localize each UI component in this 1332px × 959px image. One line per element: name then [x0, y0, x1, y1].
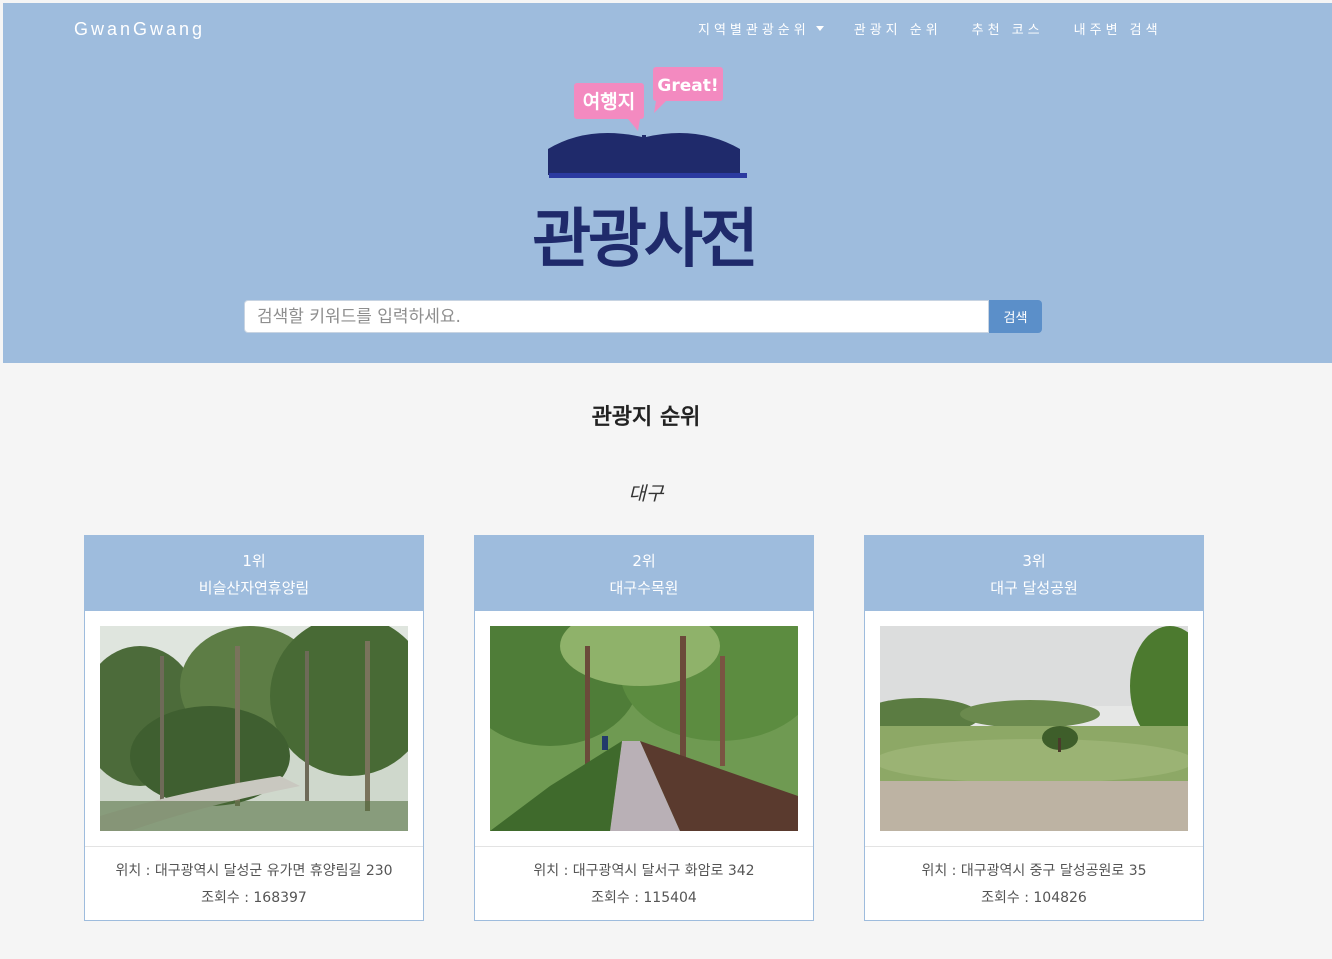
- card-views: 조회수 : 104826: [981, 890, 1087, 906]
- brand-logo-text[interactable]: GwanGwang: [74, 19, 205, 40]
- card-title: 대구수목원: [609, 579, 679, 597]
- open-book-icon: [548, 133, 747, 178]
- ranking-card-2[interactable]: 2위 대구수목원 위치 : 대구광역시 달서구 화암로 342 조회수 : 11…: [474, 535, 814, 921]
- speech-bubble-left-icon: 여행지: [574, 83, 644, 131]
- card-location: 위치 : 대구광역시 중구 달성공원로 35: [921, 863, 1147, 879]
- card-header: 3위 대구 달성공원: [865, 536, 1203, 611]
- page: GwanGwang 지역별관광순위 관광지 순위 추천 코스 내주변 검색 여행…: [3, 3, 1332, 951]
- card-image[interactable]: [490, 626, 798, 831]
- nav-item-label: 추천 코스: [971, 23, 1044, 38]
- ranking-card-1[interactable]: 1위 비슬산자연휴양림 위치 : 대구광역시 달성군 유가면 휴양림길 230: [84, 535, 424, 921]
- card-rank: 2위: [632, 552, 656, 570]
- card-views: 조회수 : 115404: [591, 890, 697, 906]
- park-lawn-photo: [880, 626, 1188, 831]
- card-location: 위치 : 대구광역시 달성군 유가면 휴양림길 230: [115, 863, 393, 879]
- card-image[interactable]: [880, 626, 1188, 831]
- card-footer: 위치 : 대구광역시 달성군 유가면 휴양림길 230 조회수 : 168397: [85, 846, 423, 912]
- card-footer: 위치 : 대구광역시 중구 달성공원로 35 조회수 : 104826: [865, 846, 1203, 912]
- speech-bubble-right-icon: Great!: [653, 67, 723, 113]
- nav-item-recommended-course[interactable]: 추천 코스: [972, 19, 1044, 38]
- nav-item-label: 관광지 순위: [853, 23, 942, 38]
- search-input[interactable]: [244, 300, 989, 333]
- region-label: 대구: [628, 483, 664, 505]
- card-title: 비슬산자연휴양림: [198, 579, 310, 597]
- nav-item-spot-ranking[interactable]: 관광지 순위: [854, 19, 942, 38]
- section-title: 관광지 순위: [591, 405, 701, 430]
- card-rank: 1위: [242, 552, 266, 570]
- card-header: 2위 대구수목원: [475, 536, 813, 611]
- card-rank: 3위: [1022, 552, 1046, 570]
- card-title: 대구 달성공원: [990, 579, 1078, 597]
- logo-title-text: 관광사전: [532, 203, 756, 277]
- top-nav: 지역별관광순위 관광지 순위 추천 코스 내주변 검색: [698, 19, 1192, 38]
- nav-item-region-ranking[interactable]: 지역별관광순위: [698, 19, 824, 38]
- nav-item-label: 지역별관광순위: [698, 23, 810, 38]
- ranking-card-3[interactable]: 3위 대구 달성공원 위치 : 대구광역시 중구 달성공원로 35 조회수 : …: [864, 535, 1204, 921]
- card-image[interactable]: [100, 626, 408, 831]
- card-views: 조회수 : 168397: [201, 890, 307, 906]
- card-location: 위치 : 대구광역시 달서구 화암로 342: [533, 863, 755, 879]
- search-bar: 검색: [244, 300, 1042, 333]
- nav-item-label: 내주변 검색: [1073, 23, 1162, 38]
- arboretum-boardwalk-photo: [490, 626, 798, 831]
- card-header: 1위 비슬산자연휴양림: [85, 536, 423, 611]
- forest-photo: [100, 626, 408, 831]
- chevron-down-icon: [815, 26, 824, 31]
- nav-item-nearby-search[interactable]: 내주변 검색: [1074, 19, 1162, 38]
- site-logo: 여행지 Great! 관광사전: [532, 67, 759, 277]
- bubble-left-text: 여행지: [583, 91, 635, 113]
- search-button[interactable]: 검색: [989, 300, 1042, 333]
- bubble-right-text: Great!: [657, 76, 718, 96]
- card-footer: 위치 : 대구광역시 달서구 화암로 342 조회수 : 115404: [475, 846, 813, 912]
- hero-header: GwanGwang 지역별관광순위 관광지 순위 추천 코스 내주변 검색 여행…: [3, 3, 1332, 363]
